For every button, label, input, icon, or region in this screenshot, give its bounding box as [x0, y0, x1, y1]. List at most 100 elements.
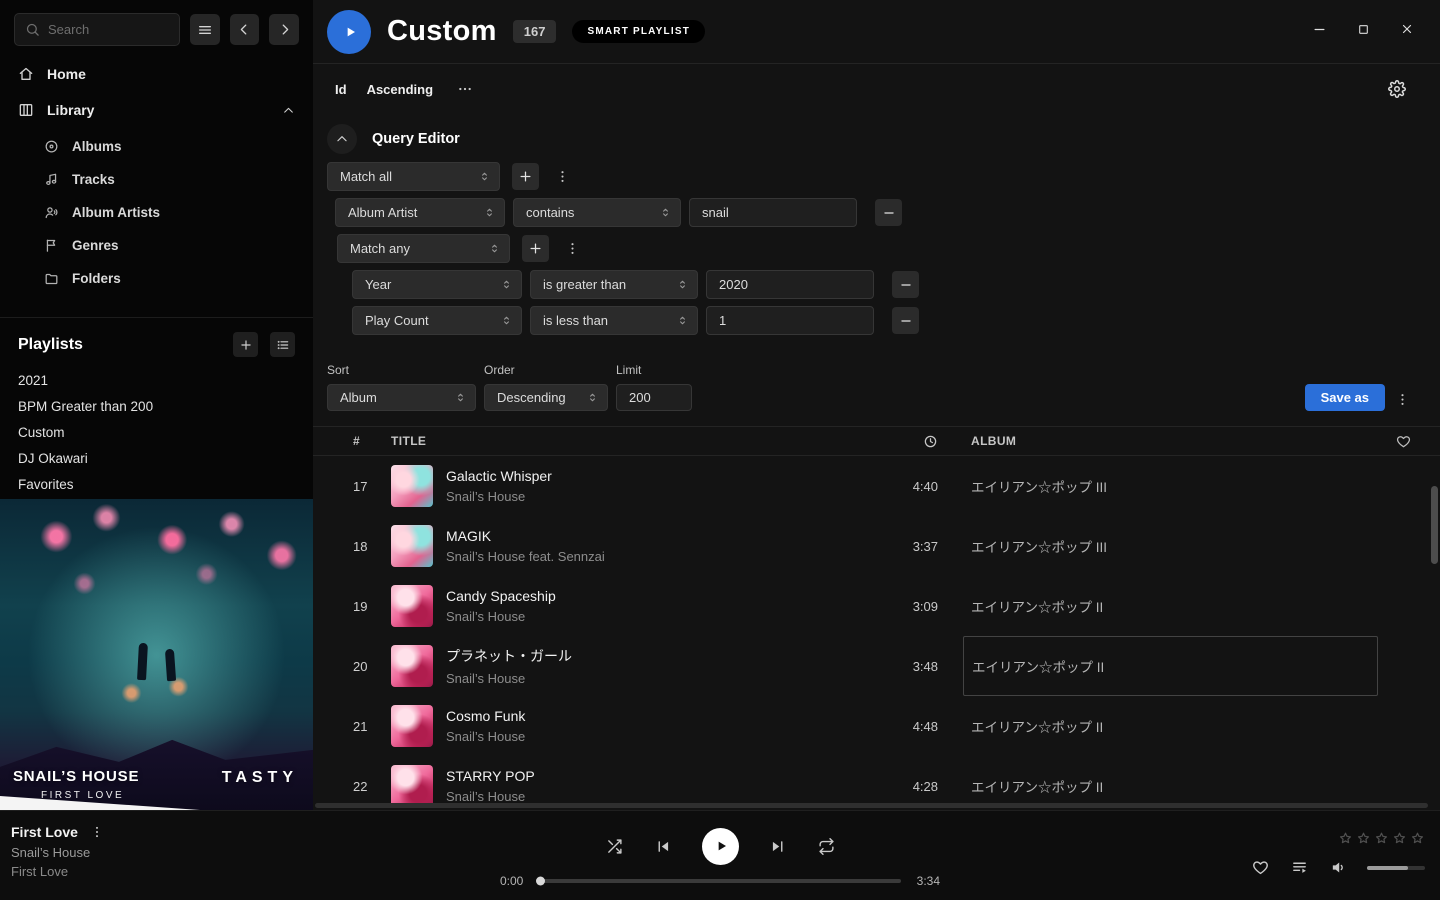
nav-forward-button[interactable]	[269, 14, 299, 45]
table-row[interactable]: 20 プラネット・ガール Snail’s House 3:48 エイリアン☆ポッ…	[313, 636, 1440, 696]
rule-field-select[interactable]: Play Count	[352, 306, 522, 335]
seek-handle[interactable]	[536, 876, 545, 885]
rule-field-select[interactable]: Album Artist	[335, 198, 505, 227]
minimize-button[interactable]	[1312, 22, 1327, 42]
sidebar-item-library[interactable]: Library	[0, 92, 313, 128]
playlist-item[interactable]: 2021	[0, 367, 313, 393]
star-icon[interactable]	[1410, 831, 1425, 846]
library-item[interactable]: Genres	[44, 229, 313, 262]
horizontal-scrollbar[interactable]	[315, 803, 1428, 808]
menu-button[interactable]	[190, 14, 220, 45]
vertical-scrollbar[interactable]	[1431, 462, 1438, 802]
add-rule-button[interactable]	[512, 163, 539, 190]
cover-figure	[137, 643, 148, 680]
column-header-title[interactable]: TITLE	[391, 434, 863, 448]
favorite-button[interactable]	[1248, 855, 1273, 880]
rule-operator-select[interactable]: is greater than	[530, 270, 698, 299]
save-as-button[interactable]: Save as	[1305, 384, 1385, 411]
track-album-cell[interactable]: エイリアン☆ポップ III	[963, 456, 1378, 516]
track-album-cell[interactable]: エイリアン☆ポップ III	[963, 516, 1378, 576]
sidebar-item-home[interactable]: Home	[0, 56, 313, 92]
table-row[interactable]: 17 Galactic Whisper Snail’s House 4:40 エ…	[313, 456, 1440, 516]
rule-operator-select[interactable]: contains	[513, 198, 681, 227]
library-item[interactable]: Folders	[44, 262, 313, 295]
rule-value-input[interactable]	[689, 198, 857, 227]
repeat-button[interactable]	[814, 834, 839, 859]
seek-bar[interactable]	[539, 879, 900, 883]
next-track-button[interactable]	[765, 834, 790, 859]
rule-field-select[interactable]: Year	[352, 270, 522, 299]
row-index: 22	[313, 779, 391, 794]
column-header-index[interactable]: #	[313, 434, 391, 448]
now-playing-album[interactable]: First Love	[11, 864, 299, 879]
playlist-item[interactable]: Favorites	[0, 471, 313, 497]
library-item[interactable]: Album Artists	[44, 196, 313, 229]
rule-operator-select[interactable]: is less than	[530, 306, 698, 335]
column-header-favorite[interactable]	[1378, 434, 1428, 449]
collapse-query-editor-button[interactable]	[327, 124, 357, 154]
order-select[interactable]: Descending	[484, 384, 608, 411]
group-options-button[interactable]	[561, 237, 584, 260]
vertical-scrollbar-thumb[interactable]	[1431, 486, 1438, 564]
ellipsis-icon	[457, 81, 473, 97]
star-icon[interactable]	[1374, 831, 1389, 846]
library-item[interactable]: Tracks	[44, 163, 313, 196]
rule-value-input[interactable]	[706, 306, 874, 335]
chevron-up-icon[interactable]	[282, 104, 295, 117]
track-album: エイリアン☆ポップ III	[971, 476, 1107, 496]
save-options-button[interactable]	[1391, 388, 1414, 411]
playlist-list-button[interactable]	[270, 332, 295, 357]
skip-back-icon	[655, 838, 672, 855]
search-input[interactable]	[48, 22, 169, 37]
sort-field-button[interactable]: Id	[335, 82, 347, 97]
plus-icon	[239, 338, 253, 352]
table-row[interactable]: 19 Candy Spaceship Snail’s House 3:09 エイ…	[313, 576, 1440, 636]
volume-mute-button[interactable]	[1326, 855, 1351, 880]
more-options-button[interactable]	[453, 77, 477, 101]
add-playlist-button[interactable]	[233, 332, 258, 357]
remove-rule-button[interactable]	[892, 307, 919, 334]
table-row[interactable]: 22 STARRY POP Snail’s House 4:28 エイリアン☆ポ…	[313, 756, 1440, 810]
previous-track-button[interactable]	[651, 834, 676, 859]
remove-rule-button[interactable]	[875, 199, 902, 226]
playlist-item[interactable]: DJ Okawari	[0, 445, 313, 471]
nav-back-button[interactable]	[230, 14, 260, 45]
star-icon[interactable]	[1356, 831, 1371, 846]
close-button[interactable]	[1400, 22, 1414, 42]
flag-icon	[44, 238, 59, 253]
now-playing-artist[interactable]: Snail’s House	[11, 845, 299, 860]
maximize-button[interactable]	[1357, 22, 1370, 42]
track-artist: Snail’s House feat. Sennzai	[446, 549, 605, 564]
play-pause-button[interactable]	[702, 828, 739, 865]
playlist-item[interactable]: Custom	[0, 419, 313, 445]
shuffle-button[interactable]	[602, 834, 627, 859]
track-album-cell[interactable]: エイリアン☆ポップ II	[963, 636, 1378, 696]
table-row[interactable]: 18 MAGIK Snail’s House feat. Sennzai 3:3…	[313, 516, 1440, 576]
now-playing-options-button[interactable]	[90, 825, 104, 839]
column-header-duration[interactable]	[863, 434, 938, 449]
star-icon[interactable]	[1338, 831, 1353, 846]
track-album-cell[interactable]: エイリアン☆ポップ II	[963, 696, 1378, 756]
queue-button[interactable]	[1287, 855, 1312, 880]
track-album-cell[interactable]: エイリアン☆ポップ II	[963, 756, 1378, 810]
add-group-rule-button[interactable]	[522, 235, 549, 262]
maximize-icon	[1357, 23, 1370, 36]
track-album-cell[interactable]: エイリアン☆ポップ II	[963, 576, 1378, 636]
star-icon[interactable]	[1392, 831, 1407, 846]
remove-rule-button[interactable]	[892, 271, 919, 298]
playlist-item[interactable]: BPM Greater than 200	[0, 393, 313, 419]
settings-button[interactable]	[1384, 76, 1410, 102]
library-item[interactable]: Albums	[44, 130, 313, 163]
column-header-album[interactable]: ALBUM	[963, 434, 1378, 448]
table-row[interactable]: 21 Cosmo Funk Snail’s House 4:48 エイリアン☆ポ…	[313, 696, 1440, 756]
rule-group-options-button[interactable]	[551, 165, 574, 188]
volume-slider[interactable]	[1367, 866, 1425, 870]
match-type-select[interactable]: Match all	[327, 162, 500, 191]
sort-select[interactable]: Album	[327, 384, 476, 411]
sort-direction-button[interactable]: Ascending	[367, 82, 433, 97]
play-playlist-button[interactable]	[327, 10, 371, 54]
smart-playlist-badge: SMART PLAYLIST	[572, 20, 705, 43]
group-match-type-select[interactable]: Match any	[337, 234, 510, 263]
rule-value-input[interactable]	[706, 270, 874, 299]
limit-input[interactable]	[616, 384, 692, 411]
